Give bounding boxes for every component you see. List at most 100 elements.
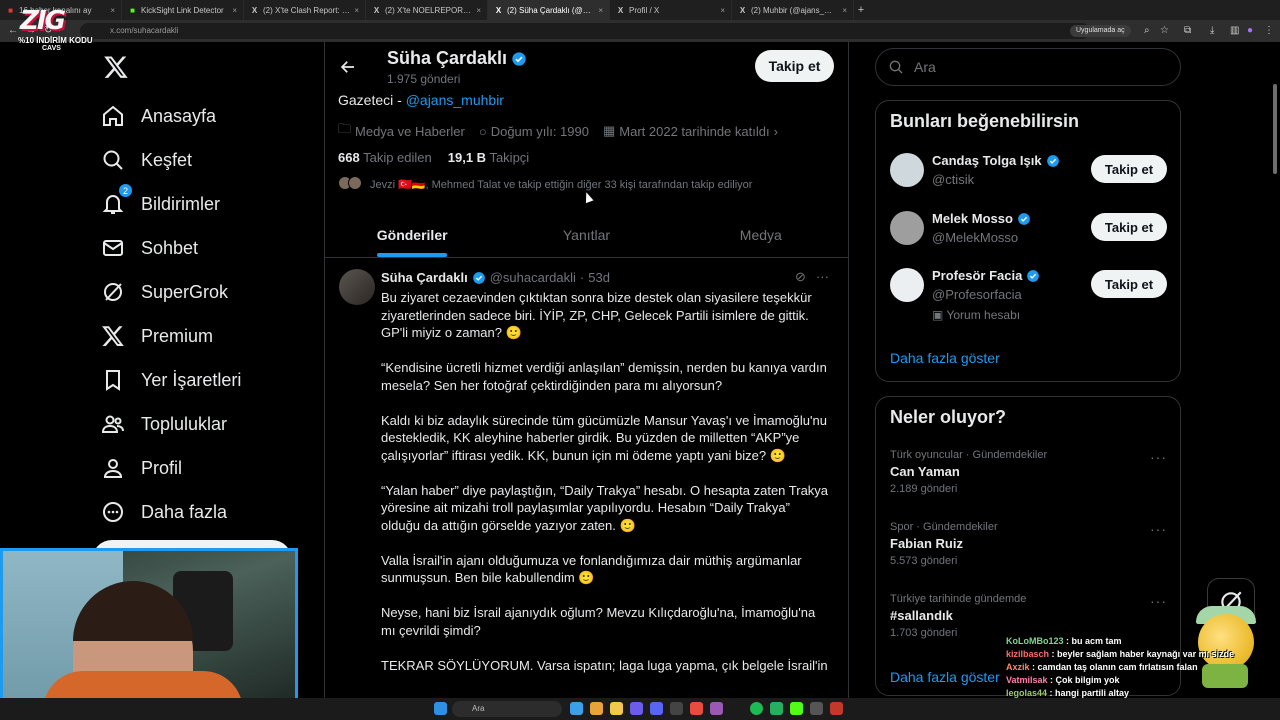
more-icon[interactable]: ··· bbox=[1150, 521, 1167, 537]
followers-link[interactable]: 19,1 B Takipçi bbox=[448, 150, 529, 165]
suggestion-name[interactable]: Candaş Tolga Işık bbox=[932, 153, 1060, 168]
follow-button[interactable]: Takip et bbox=[755, 50, 834, 82]
follow-button[interactable]: Takip et bbox=[1091, 270, 1167, 298]
avatar[interactable] bbox=[339, 269, 375, 305]
trend-item[interactable]: Spor · Gündemdekiler Fabian Ruiz 5.573 g… bbox=[890, 521, 1170, 567]
mail-icon bbox=[103, 240, 123, 256]
sidebar-item-messages[interactable]: Sohbet bbox=[96, 226, 296, 270]
show-more-link[interactable]: Daha fazla göster bbox=[890, 350, 1000, 366]
follow-button[interactable]: Takip et bbox=[1091, 213, 1167, 241]
search-input[interactable]: Ara bbox=[875, 48, 1181, 86]
app-icon[interactable] bbox=[690, 702, 703, 715]
briefcase-icon: 🗀 bbox=[338, 121, 352, 136]
tab-posts[interactable]: Gönderiler bbox=[325, 212, 499, 257]
sidebar-item-explore[interactable]: Keşfet bbox=[96, 138, 296, 182]
close-icon[interactable]: × bbox=[354, 6, 359, 15]
chevron-right-icon[interactable]: › bbox=[774, 124, 778, 139]
profile-avatar-icon[interactable]: ● bbox=[1247, 25, 1253, 36]
tweet-handle[interactable]: @suhacardakli bbox=[490, 270, 576, 285]
scrollbar[interactable] bbox=[1272, 44, 1278, 694]
menu-icon[interactable]: ⋮ bbox=[1264, 25, 1274, 36]
trend-count: 5.573 gönderi bbox=[890, 555, 958, 567]
more-icon[interactable]: ··· bbox=[1150, 593, 1167, 609]
suggestion-name[interactable]: Melek Mosso bbox=[932, 211, 1031, 226]
app-icon[interactable] bbox=[670, 702, 683, 715]
sidebar-item-profile[interactable]: Profil bbox=[96, 446, 296, 490]
tweet-author[interactable]: Süha Çardaklı bbox=[381, 270, 468, 285]
browser-tab[interactable]: X (2) X'te NOELREPORTS su ue "U× bbox=[366, 0, 488, 20]
show-more-link[interactable]: Daha fazla göster bbox=[890, 669, 1000, 685]
sidebar-item-premium[interactable]: Premium bbox=[96, 314, 296, 358]
new-tab-button[interactable]: + bbox=[854, 4, 868, 16]
followers-label: Takipçi bbox=[489, 150, 530, 165]
suggestion-row[interactable]: Profesör Facia @Profesorfacia ▣ Yorum he… bbox=[890, 268, 1170, 322]
close-icon[interactable]: × bbox=[110, 6, 115, 15]
more-icon[interactable]: ··· bbox=[816, 269, 829, 285]
app-icon[interactable] bbox=[630, 702, 643, 715]
browser-tab[interactable]: X (2) Muhbir (@ajans_muhbir × bbox=[732, 0, 854, 20]
app-icon[interactable] bbox=[770, 702, 783, 715]
kick-icon[interactable] bbox=[790, 702, 803, 715]
x-logo-icon[interactable] bbox=[103, 54, 129, 80]
discord-icon[interactable] bbox=[650, 702, 663, 715]
edge-icon[interactable] bbox=[570, 702, 583, 715]
close-icon[interactable]: × bbox=[842, 6, 847, 15]
download-icon[interactable]: ⤓ bbox=[1210, 25, 1214, 36]
mutual-followers[interactable]: Jevzi 🇹🇷🇩🇪, Mehmed Talat ve takip ettiği… bbox=[338, 176, 752, 193]
close-icon[interactable]: × bbox=[598, 6, 603, 15]
suggestion-name-text: Melek Mosso bbox=[932, 211, 1013, 226]
suggestion-note: ▣ Yorum hesabı bbox=[932, 308, 1020, 322]
star-icon[interactable]: ☆ bbox=[1160, 25, 1169, 36]
kick-icon: ■ bbox=[130, 5, 135, 15]
open-in-app-button[interactable]: Uygulamada aç bbox=[1070, 25, 1131, 37]
spotify-icon[interactable] bbox=[750, 702, 763, 715]
browser-tab[interactable]: ■ KickSight Link Detector × bbox=[122, 0, 244, 20]
sidebar-item-supergrok[interactable]: SuperGrok bbox=[96, 270, 296, 314]
back-arrow-icon[interactable] bbox=[339, 58, 357, 76]
extensions-icon[interactable]: ⧉ bbox=[1184, 25, 1191, 36]
trend-item[interactable]: Türkiye tarihinde gündemde #sallandık 1.… bbox=[890, 593, 1170, 639]
browser-tab[interactable]: X Profil / X × bbox=[610, 0, 732, 20]
following-link[interactable]: 668 Takip edilen bbox=[338, 150, 432, 165]
sidebar-item-more[interactable]: Daha fazla bbox=[96, 490, 296, 534]
avatar[interactable] bbox=[890, 268, 924, 302]
sidebar-item-home[interactable]: Anasayfa bbox=[96, 94, 296, 138]
close-icon[interactable]: × bbox=[476, 6, 481, 15]
trend-item[interactable]: Türk oyuncular · Gündemdekiler Can Yaman… bbox=[890, 449, 1170, 495]
avatar[interactable] bbox=[890, 211, 924, 245]
suggestion-row[interactable]: Melek Mosso @MelekMosso Takip et bbox=[890, 211, 1170, 251]
bio-link[interactable]: @ajans_muhbir bbox=[406, 92, 504, 108]
sidebar-item-notifications[interactable]: 2 Bildirimler bbox=[96, 182, 296, 226]
tweet-paragraph: Kaldı ki biz adaylık sürecinde tüm gücüm… bbox=[381, 412, 827, 463]
chrome-icon[interactable] bbox=[590, 702, 603, 715]
scrollbar-thumb[interactable] bbox=[1273, 84, 1277, 174]
avatar[interactable] bbox=[890, 153, 924, 187]
grok-icon[interactable]: ⊘ bbox=[795, 269, 806, 285]
follow-button[interactable]: Takip et bbox=[1091, 155, 1167, 183]
windows-start-icon[interactable] bbox=[434, 702, 447, 715]
suggestion-name-text: Candaş Tolga Işık bbox=[932, 153, 1042, 168]
url-field[interactable]: x.com/suhacardakli bbox=[80, 23, 1090, 39]
app-icon[interactable] bbox=[830, 702, 843, 715]
tweet-time[interactable]: 53d bbox=[588, 270, 610, 285]
zoom-icon[interactable]: ⌕ bbox=[1144, 25, 1150, 36]
back-arrow-icon[interactable]: ← bbox=[8, 25, 18, 36]
more-icon[interactable]: ··· bbox=[1150, 449, 1167, 465]
suggestion-row[interactable]: Candaş Tolga Işık @ctisik Takip et bbox=[890, 153, 1170, 193]
tab-media[interactable]: Medya bbox=[674, 212, 848, 257]
folder-icon[interactable] bbox=[610, 702, 623, 715]
sidebar-item-communities[interactable]: Topluluklar bbox=[96, 402, 296, 446]
browser-tab[interactable]: X (2) X'te Clash Report: "Iranian A × bbox=[244, 0, 366, 20]
close-icon[interactable]: × bbox=[720, 6, 725, 15]
app-icon[interactable] bbox=[710, 702, 723, 715]
sidebar-icon[interactable]: ▥ bbox=[1230, 25, 1239, 36]
trend-title: Fabian Ruiz bbox=[890, 536, 963, 551]
close-icon[interactable]: × bbox=[232, 6, 237, 15]
suggestion-name[interactable]: Profesör Facia bbox=[932, 268, 1040, 283]
taskbar-search[interactable]: Ara bbox=[452, 701, 562, 717]
sidebar-item-bookmarks[interactable]: Yer İşaretleri bbox=[96, 358, 296, 402]
tab-replies[interactable]: Yanıtlar bbox=[499, 212, 673, 257]
app-icon[interactable] bbox=[810, 702, 823, 715]
sponsor-code: CAVS bbox=[42, 45, 61, 52]
browser-tab-active[interactable]: X (2) Süha Çardaklı (@suhacardа× bbox=[488, 0, 610, 20]
